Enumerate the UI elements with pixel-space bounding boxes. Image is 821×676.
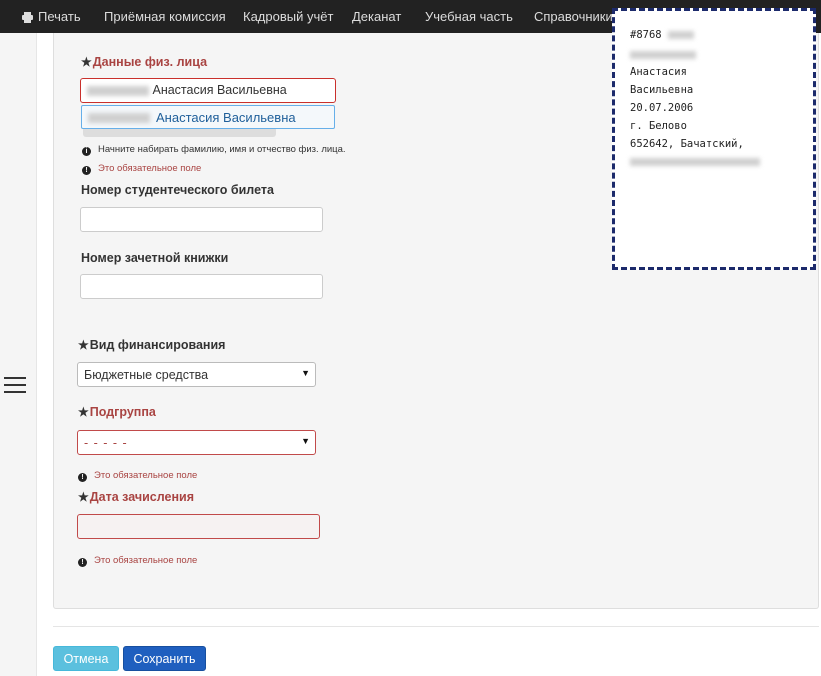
- card-id-text: #8768: [630, 29, 662, 41]
- enroll-date-error-text: Это обязательное поле: [94, 555, 198, 566]
- printer-icon: [22, 9, 38, 24]
- error-icon: !: [82, 166, 91, 175]
- person-label: ★Данные физ. лица: [81, 55, 207, 69]
- required-star-icon: ★: [78, 490, 89, 504]
- enroll-date-label: ★Дата зачисления: [78, 490, 194, 504]
- person-info-card: #8768 Анастасия Васильевна 20.07.2006 г.…: [612, 8, 816, 270]
- dropdown-caret-icon: ▼: [301, 436, 310, 446]
- left-sidebar: [0, 33, 37, 676]
- subgroup-select[interactable]: - - - - - ▼: [77, 430, 316, 455]
- person-error: ! Это обязательное поле: [82, 163, 201, 175]
- card-redacted-surname: [630, 49, 696, 61]
- nav-dean[interactable]: Деканат: [352, 0, 401, 33]
- error-icon: !: [78, 558, 87, 567]
- card-birthdate: 20.07.2006: [630, 102, 694, 114]
- person-hint-text: Начните набирать фамилию, имя и отчество…: [98, 144, 346, 155]
- subgroup-label: ★Подгруппа: [78, 405, 156, 419]
- enroll-date-error: ! Это обязательное поле: [78, 555, 197, 567]
- save-button[interactable]: Сохранить: [123, 646, 206, 671]
- record-book-label: Номер зачетной книжки: [81, 251, 229, 265]
- info-icon: i: [82, 147, 91, 156]
- nav-admission[interactable]: Приёмная комиссия: [104, 0, 226, 33]
- financing-select[interactable]: Бюджетные средства ▼: [77, 362, 316, 387]
- footer-divider: [53, 626, 819, 627]
- nav-print-label: Печать: [38, 9, 81, 24]
- financing-select-value: Бюджетные средства: [84, 368, 209, 382]
- financing-label-text: Вид финансирования: [89, 338, 226, 352]
- nav-references[interactable]: Справочники: [534, 0, 613, 33]
- student-id-label: Номер студентеческого билета: [81, 183, 274, 197]
- subgroup-error: ! Это обязательное поле: [78, 470, 197, 482]
- redacted-id: [667, 31, 694, 39]
- dropdown-caret-icon: ▼: [301, 368, 310, 378]
- redacted-street: [630, 158, 760, 166]
- person-suggestion[interactable]: Анастасия Васильевна: [81, 105, 335, 129]
- nav-academic[interactable]: Учебная часть: [425, 0, 513, 33]
- enroll-date-label-text: Дата зачисления: [89, 490, 195, 504]
- redacted-card-surname: [630, 51, 696, 59]
- nav-print[interactable]: Печать: [22, 0, 81, 33]
- menu-icon[interactable]: [4, 377, 26, 393]
- redacted-suggestion-surname: [88, 113, 150, 123]
- subgroup-label-text: Подгруппа: [89, 405, 156, 419]
- subgroup-error-text: Это обязательное поле: [94, 470, 198, 481]
- nav-hr[interactable]: Кадровый учёт: [243, 0, 333, 33]
- subgroup-select-value: - - - - -: [84, 436, 128, 450]
- person-input-text: Анастасия Васильевна: [152, 83, 287, 97]
- card-redacted-street: [630, 156, 760, 168]
- person-input-value: Анастасия Васильевна: [87, 83, 287, 97]
- person-error-text: Это обязательное поле: [98, 163, 202, 174]
- card-patronymic: Васильевна: [630, 84, 694, 96]
- suggestion-text: Анастасия Васильевна: [156, 110, 296, 125]
- card-id: #8768: [630, 29, 694, 41]
- required-star-icon: ★: [78, 405, 89, 419]
- enroll-date-input[interactable]: [77, 514, 320, 539]
- required-star-icon: ★: [78, 338, 89, 352]
- financing-label: ★Вид финансирования: [78, 338, 225, 352]
- required-star-icon: ★: [81, 55, 92, 69]
- card-city: г. Белово: [630, 120, 687, 132]
- cancel-button[interactable]: Отмена: [53, 646, 119, 671]
- record-book-input[interactable]: [80, 274, 323, 299]
- card-address: 652642, Бачатский,: [630, 138, 744, 150]
- error-icon: !: [78, 473, 87, 482]
- suggestion-shadow: [83, 128, 276, 137]
- student-id-input[interactable]: [80, 207, 323, 232]
- person-hint: i Начните набирать фамилию, имя и отчеств…: [82, 144, 346, 156]
- redacted-surname: [87, 85, 149, 96]
- person-label-text: Данные физ. лица: [92, 55, 208, 69]
- card-first-name: Анастасия: [630, 66, 687, 78]
- person-input[interactable]: Анастасия Васильевна: [80, 78, 336, 103]
